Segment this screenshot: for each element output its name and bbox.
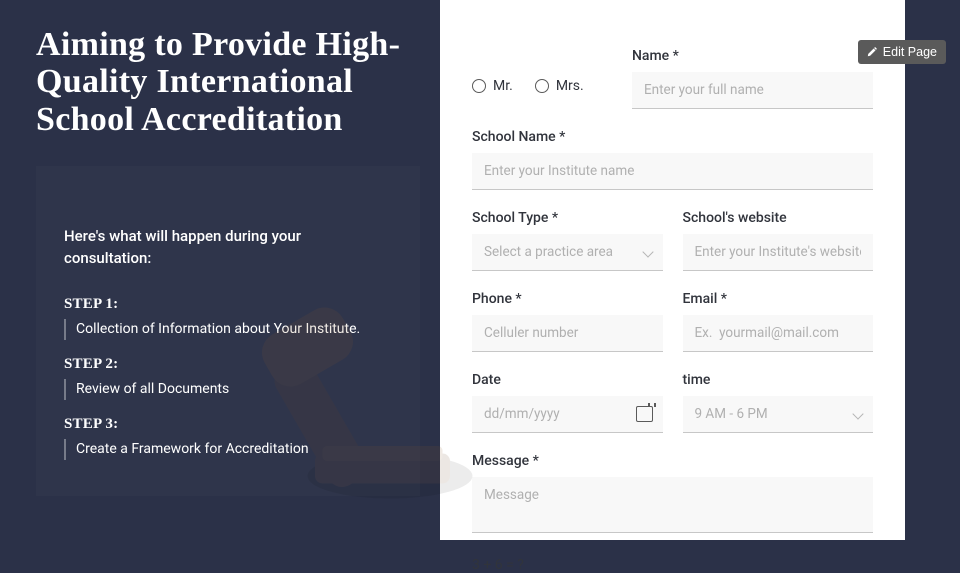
step-label: STEP 2: <box>64 356 392 373</box>
captcha-text: 3 + 6 = ? <box>472 557 873 573</box>
message-label: Message * <box>472 453 873 469</box>
time-label: time <box>683 372 874 388</box>
step-body: Review of all Documents <box>64 379 392 400</box>
time-select[interactable]: 9 AM - 6 PM <box>683 396 874 433</box>
edit-page-label: Edit Page <box>883 45 937 59</box>
form-panel: Mr. Mrs. Name * School Name * <box>440 0 905 540</box>
school-name-input[interactable] <box>472 153 873 190</box>
email-input[interactable] <box>683 315 874 352</box>
radio-mr-label: Mr. <box>493 78 513 94</box>
website-label: School's website <box>683 210 874 226</box>
steps-box: Here's what will happen during your cons… <box>36 166 420 496</box>
date-input[interactable] <box>472 396 663 433</box>
message-textarea[interactable] <box>472 477 873 533</box>
phone-input[interactable] <box>472 315 663 352</box>
step-body: Collection of Information about Your Ins… <box>64 319 392 340</box>
date-label: Date <box>472 372 663 388</box>
email-label: Email * <box>683 291 874 307</box>
website-input[interactable] <box>683 234 874 271</box>
name-label: Name * <box>632 48 873 64</box>
step-2: STEP 2: Review of all Documents <box>64 356 392 400</box>
edit-page-button[interactable]: Edit Page <box>858 40 946 64</box>
step-label: STEP 3: <box>64 416 392 433</box>
school-type-select[interactable]: Select a practice area <box>472 234 663 271</box>
edit-icon <box>866 46 878 58</box>
radio-mr[interactable] <box>472 79 486 93</box>
school-type-label: School Type * <box>472 210 663 226</box>
radio-mrs-label: Mrs. <box>556 78 584 94</box>
page-heading: Aiming to Provide High-Quality Internati… <box>36 26 420 138</box>
radio-mrs[interactable] <box>535 79 549 93</box>
name-input[interactable] <box>632 72 873 109</box>
step-label: STEP 1: <box>64 296 392 313</box>
step-body: Create a Framework for Accreditation <box>64 439 392 460</box>
phone-label: Phone * <box>472 291 663 307</box>
intro-text: Here's what will happen during your cons… <box>64 226 392 270</box>
school-name-label: School Name * <box>472 129 873 145</box>
step-1: STEP 1: Collection of Information about … <box>64 296 392 340</box>
step-3: STEP 3: Create a Framework for Accredita… <box>64 416 392 460</box>
